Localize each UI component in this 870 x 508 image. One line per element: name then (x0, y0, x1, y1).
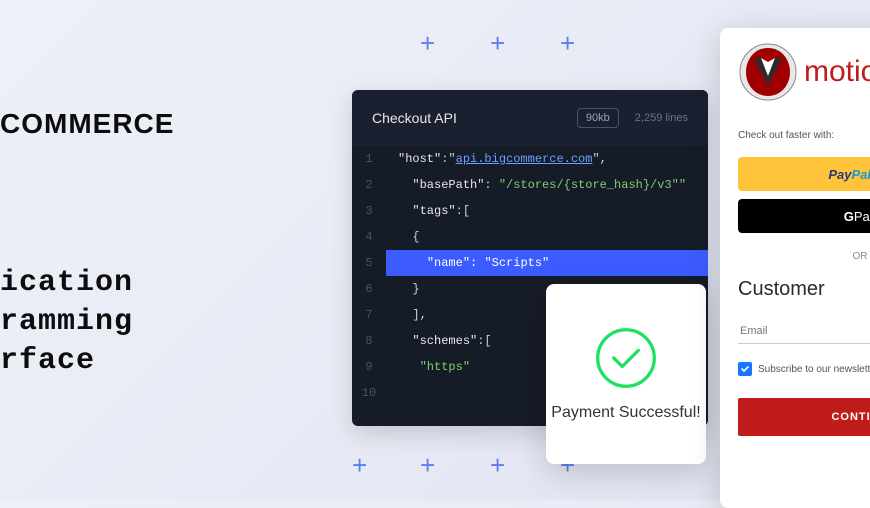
brand-logo-text: COMMERCE (0, 108, 174, 140)
json-key: "name" (427, 256, 470, 270)
checkout-panel: motion Check out faster with: PayPalCh G… (720, 28, 870, 508)
code-line: "tags":[ (386, 198, 708, 224)
plus-icon: + (352, 452, 367, 478)
line-count: 2,259 lines (635, 112, 688, 124)
customer-heading: Customer (738, 278, 870, 301)
line-number: 1 (352, 146, 386, 172)
editor-header: Checkout API 90kb 2,259 lines (352, 90, 708, 146)
api-heading-line: ication (0, 264, 133, 303)
plus-icon: + (490, 30, 505, 56)
subscribe-label: Subscribe to our newsletter (758, 364, 870, 375)
line-number: 7 (352, 302, 386, 328)
plus-icon: + (420, 30, 435, 56)
google-pay-button[interactable]: G Pay (738, 199, 870, 233)
plus-icon: + (490, 452, 505, 478)
line-number: 8 (352, 328, 386, 354)
line-number: 9 (352, 354, 386, 380)
line-number: 5 (352, 250, 386, 276)
line-number: 10 (352, 380, 386, 406)
success-message: Payment Successful! (551, 403, 700, 424)
json-brace: { (412, 230, 419, 244)
api-heading: ication ramming rface (0, 264, 133, 381)
gpay-logo-g: G (844, 209, 854, 224)
line-number: 6 (352, 276, 386, 302)
store-logo-icon (738, 42, 798, 102)
subscribe-row[interactable]: Subscribe to our newsletter (738, 362, 870, 376)
code-line: { (386, 224, 708, 250)
line-number: 3 (352, 198, 386, 224)
line-number: 2 (352, 172, 386, 198)
paypal-logo-pay: Pay (828, 167, 851, 182)
or-divider: OR (738, 251, 870, 262)
store-name: motion (804, 55, 870, 89)
json-brace: } (412, 282, 419, 296)
json-value: "/stores/{store_hash}/v3"" (499, 178, 686, 192)
code-line: "basePath": "/stores/{store_hash}/v3"" (386, 172, 708, 198)
continue-button[interactable]: CONTINU (738, 398, 870, 436)
api-heading-line: rface (0, 342, 133, 381)
subscribe-checkbox[interactable] (738, 362, 752, 376)
payment-success-card: Payment Successful! (546, 284, 706, 464)
check-circle-icon (593, 325, 659, 391)
code-line: "host":"api.bigcommerce.com", (386, 146, 708, 172)
plus-icon: + (420, 452, 435, 478)
editor-title: Checkout API (372, 110, 561, 126)
email-field[interactable] (738, 319, 870, 344)
json-key: "basePath" (412, 178, 484, 192)
json-value: "https" (420, 360, 470, 374)
line-gutter: 1 2 3 4 5 6 7 8 9 10 (352, 146, 386, 406)
code-line-highlighted[interactable]: "name": "Scripts" (386, 250, 708, 276)
json-value[interactable]: api.bigcommerce.com (456, 152, 593, 166)
paypal-logo-pal: Pal (852, 167, 870, 182)
api-heading-line: ramming (0, 303, 133, 342)
check-icon (740, 364, 750, 374)
checkout-faster-label: Check out faster with: (738, 130, 870, 141)
line-number: 4 (352, 224, 386, 250)
paypal-button[interactable]: PayPalCh (738, 157, 870, 191)
json-key: "tags" (412, 204, 455, 218)
plus-icon: + (560, 30, 575, 56)
gpay-logo-pay: Pay (854, 209, 870, 224)
json-bracket: ], (412, 308, 426, 322)
json-key: "host" (398, 152, 441, 166)
file-size-badge: 90kb (577, 108, 619, 128)
json-value: "Scripts" (484, 256, 549, 270)
json-key: "schemes" (412, 334, 477, 348)
store-logo: motion (738, 42, 870, 102)
